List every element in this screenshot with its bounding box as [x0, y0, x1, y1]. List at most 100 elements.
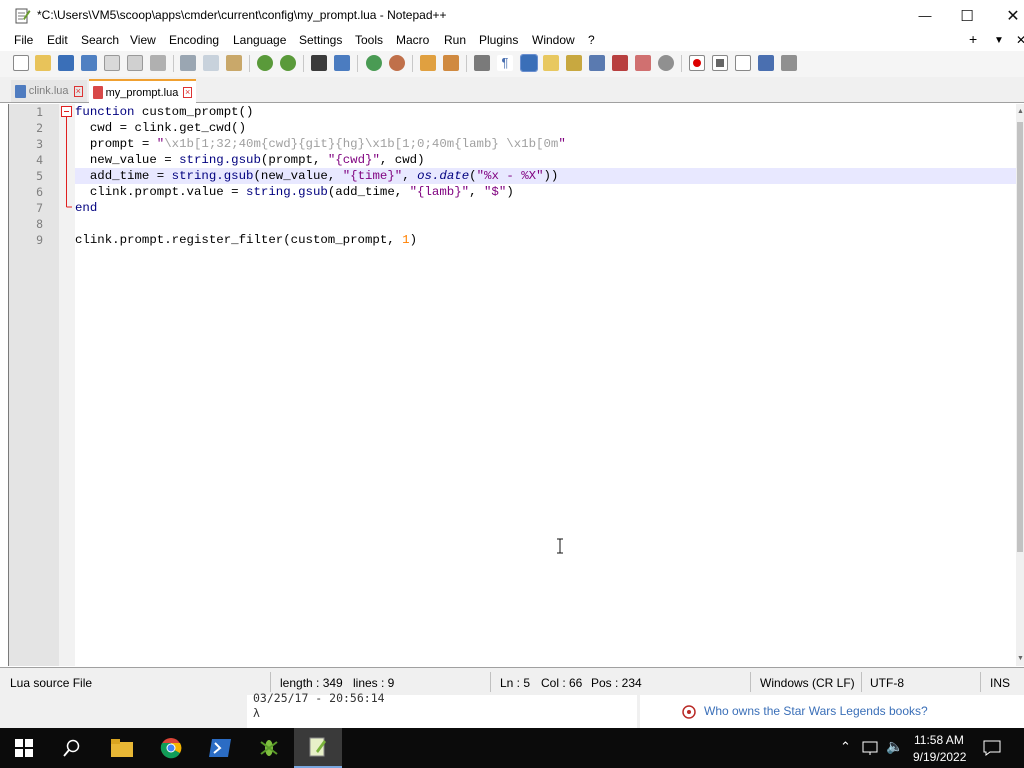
line-number: 5	[36, 169, 43, 183]
taskbar-powershell[interactable]	[196, 728, 244, 768]
zoom-in-icon[interactable]	[366, 55, 382, 71]
close-document-icon[interactable]: ✕	[1016, 33, 1024, 47]
code-area[interactable]: function custom_prompt() cwd = clink.get…	[75, 104, 1016, 666]
tab-my-prompt-lua[interactable]: my_prompt.lua ×	[89, 79, 196, 104]
eye-icon[interactable]	[658, 55, 674, 71]
print-icon[interactable]	[150, 55, 166, 71]
menu-search[interactable]: Search	[81, 33, 119, 47]
clock-date[interactable]: 9/19/2022	[913, 750, 966, 764]
taskbar-chrome[interactable]	[147, 728, 195, 768]
fold-margin	[59, 104, 75, 666]
console-line: 03/25/17 - 20:56:14	[253, 691, 385, 705]
start-button[interactable]	[0, 728, 48, 768]
replace-icon[interactable]	[334, 55, 350, 71]
vertical-scrollbar[interactable]: ▲ ▼	[1016, 104, 1024, 666]
find-icon[interactable]	[311, 55, 327, 71]
zoom-out-icon[interactable]	[389, 55, 405, 71]
menu-plugins[interactable]: Plugins	[479, 33, 518, 47]
notification-link[interactable]: Who owns the Star Wars Legends books?	[704, 704, 928, 718]
menu-edit[interactable]: Edit	[47, 33, 68, 47]
indent-guide-icon[interactable]	[520, 54, 538, 72]
language-icon[interactable]	[543, 55, 559, 71]
save-all-icon[interactable]	[81, 55, 97, 71]
copy-icon[interactable]	[203, 55, 219, 71]
code-line: new_value = string.gsub(prompt, "{cwd}",…	[75, 153, 425, 167]
file-encoding[interactable]: UTF-8	[870, 676, 904, 690]
scroll-up-icon[interactable]: ▲	[1017, 108, 1024, 115]
maximize-button[interactable]: ☐	[944, 0, 990, 31]
close-all-icon[interactable]	[127, 55, 143, 71]
menu-macro[interactable]: Macro	[396, 33, 429, 47]
tray-chevron-icon[interactable]: ⌃	[840, 739, 851, 755]
fold-collapse-icon[interactable]	[59, 104, 75, 224]
code-line: cwd = clink.get_cwd()	[75, 121, 247, 135]
line-ending[interactable]: Windows (CR LF)	[760, 676, 855, 690]
function-list-icon[interactable]	[566, 55, 582, 71]
undo-icon[interactable]	[257, 55, 273, 71]
tab-list-dropdown-icon[interactable]: ▼	[994, 35, 1004, 46]
code-line: prompt = "\x1b[1;32;40m{cwd}{git}{hg}\x1…	[75, 137, 566, 151]
new-file-icon[interactable]	[13, 55, 29, 71]
tab-label: my_prompt.lua	[105, 86, 179, 99]
line-number-gutter: 1 2 3 4 5 6 7 8 9	[9, 104, 59, 666]
background-notification: Who owns the Star Wars Legends books?	[640, 695, 1024, 728]
line-number: 7	[36, 201, 43, 215]
minimize-button[interactable]: —	[902, 0, 948, 31]
menu-help[interactable]: ?	[588, 33, 595, 47]
macro-run-multiple-icon[interactable]	[758, 55, 774, 71]
close-button[interactable]: ✕	[990, 0, 1024, 31]
menu-window[interactable]: Window	[532, 33, 575, 47]
redo-icon[interactable]	[280, 55, 296, 71]
menu-view[interactable]: View	[130, 33, 156, 47]
tab-bar: clink.lua × my_prompt.lua ×	[0, 77, 1024, 104]
menu-run[interactable]: Run	[444, 33, 466, 47]
document-lines: lines : 9	[353, 676, 395, 690]
action-center-icon[interactable]	[983, 740, 1001, 756]
document-length: length : 349	[280, 676, 343, 690]
menu-bar: File Edit Search View Encoding Language …	[0, 31, 1024, 51]
document-map-icon[interactable]	[589, 55, 605, 71]
save-icon[interactable]	[58, 55, 74, 71]
scroll-down-icon[interactable]: ▼	[1017, 655, 1024, 662]
close-file-icon[interactable]	[104, 55, 120, 71]
macro-stop-icon[interactable]	[712, 55, 728, 71]
open-file-icon[interactable]	[35, 55, 51, 71]
sync-vertical-icon[interactable]	[420, 55, 436, 71]
search-button[interactable]	[48, 728, 96, 768]
scrollbar-thumb[interactable]	[1017, 122, 1023, 552]
word-wrap-icon[interactable]	[474, 55, 490, 71]
menu-file[interactable]: File	[14, 33, 33, 47]
network-icon[interactable]	[862, 740, 880, 756]
toolbar: ¶	[0, 51, 1024, 77]
menu-settings[interactable]: Settings	[299, 33, 342, 47]
clock-time[interactable]: 11:58 AM	[914, 733, 964, 747]
tab-close-icon[interactable]: ×	[183, 87, 192, 98]
cut-icon[interactable]	[180, 55, 196, 71]
menu-encoding[interactable]: Encoding	[169, 33, 219, 47]
show-all-characters-icon[interactable]: ¶	[497, 55, 513, 71]
macro-record-icon[interactable]	[689, 55, 705, 71]
powershell-icon	[209, 739, 231, 757]
notepadpp-icon	[309, 737, 326, 757]
folder-workspace-icon[interactable]	[612, 55, 628, 71]
paste-icon[interactable]	[226, 55, 242, 71]
volume-icon[interactable]: 🔈	[886, 738, 903, 755]
editor[interactable]: 1 2 3 4 5 6 7 8 9 function custom_prompt…	[8, 104, 1016, 666]
monitoring-icon[interactable]	[635, 55, 651, 71]
insert-mode[interactable]: INS	[990, 676, 1010, 690]
sync-horizontal-icon[interactable]	[443, 55, 459, 71]
menu-language[interactable]: Language	[233, 33, 286, 47]
taskbar-notepadpp[interactable]	[294, 728, 342, 768]
macro-play-icon[interactable]	[735, 55, 751, 71]
tab-clink-lua[interactable]: clink.lua ×	[11, 80, 87, 102]
tab-close-icon[interactable]: ×	[73, 85, 83, 97]
menu-tools[interactable]: Tools	[355, 33, 383, 47]
taskbar-file-explorer[interactable]	[98, 728, 146, 768]
search-icon	[63, 739, 80, 757]
macro-save-icon[interactable]	[781, 55, 797, 71]
taskbar-lizard-app[interactable]	[245, 728, 293, 768]
status-bar: Lua source File length : 349 lines : 9 L…	[0, 667, 1024, 695]
new-tab-icon[interactable]: +	[969, 31, 977, 47]
line-number: 4	[36, 153, 43, 167]
title-bar: *C:\Users\VM5\scoop\apps\cmder\current\c…	[0, 0, 1024, 31]
